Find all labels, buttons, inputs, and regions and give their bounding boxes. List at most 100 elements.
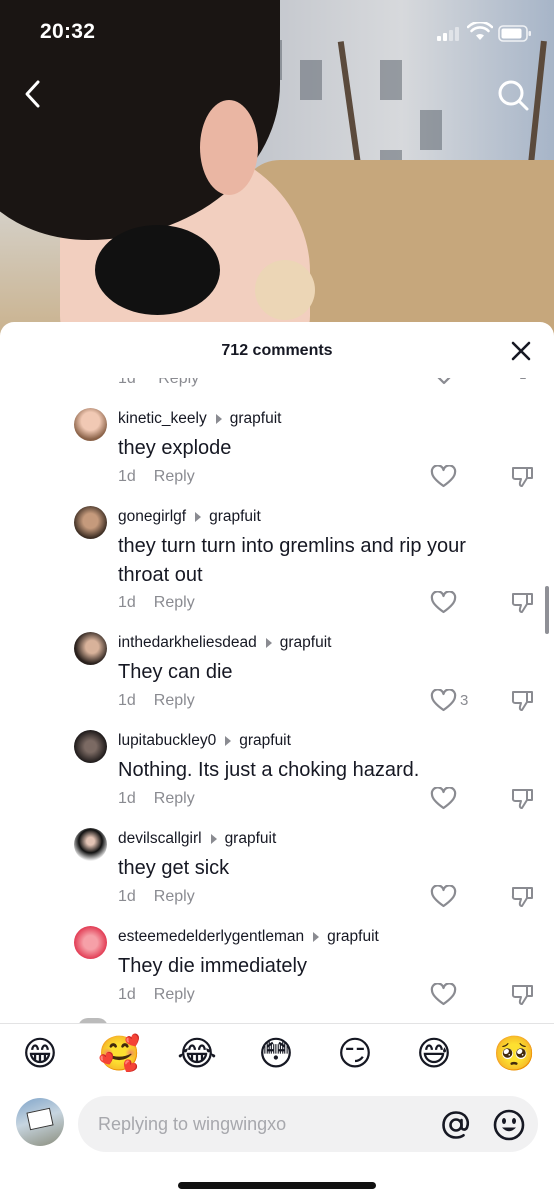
reply-arrow-icon [215,414,222,424]
comment-meta: 1d Reply [118,468,195,486]
reply-button[interactable]: Reply [154,888,195,905]
comment-header: kinetic_keely grapfuit [118,410,281,428]
reply-arrow-icon [265,638,272,648]
avatar-sign [26,1107,54,1131]
comments-header: 712 comments [0,322,554,378]
avatar[interactable] [74,828,107,861]
divider [0,1023,554,1024]
reply-button[interactable]: Reply [154,790,195,807]
emoji-sweat-smile[interactable]: 😅 [414,1034,454,1074]
thumbs-down-icon[interactable] [510,885,535,909]
flower-brooch [255,260,315,320]
at-icon[interactable] [440,1109,472,1141]
comment-item: gonegirlgf grapfuit they turn turn into … [0,506,554,626]
comment-time: 1d [118,594,136,611]
emoji-pleading[interactable]: 🥺 [493,1034,535,1074]
comment-username[interactable]: kinetic_keely [118,410,207,428]
comment-input-row [0,1090,554,1158]
avatar[interactable] [74,926,107,959]
comment-header: gonegirlgf grapfuit [118,508,261,526]
avatar[interactable] [74,408,107,441]
comment-username[interactable]: devilscallgirl [118,830,202,848]
heart-outline-icon[interactable] [431,378,457,386]
heart-outline-icon[interactable] [430,787,457,811]
heart-outline-icon[interactable] [430,689,457,713]
sunglasses [95,225,220,315]
avatar[interactable] [74,730,107,763]
reply-to-username[interactable]: grapfuit [225,830,277,848]
back-button[interactable] [16,76,52,112]
avatar[interactable] [74,506,107,539]
smiley-icon[interactable] [492,1108,526,1142]
comment-time: 1d [118,692,136,709]
emoji-smirk[interactable]: 😏 [335,1034,375,1074]
reply-button[interactable]: Reply [154,986,195,1003]
reply-to-username[interactable]: grapfuit [327,928,379,946]
status-bar: 20:32 [0,0,554,66]
comment-text: Nothing. Its just a choking hazard. [118,759,420,781]
avatar[interactable] [74,632,107,665]
comment-time: 1d [118,888,136,905]
comment-meta: 1d Reply [118,888,195,906]
comment-username[interactable]: lupitabuckley0 [118,732,216,750]
comment-header: devilscallgirl grapfuit [118,830,276,848]
emoji-flushed[interactable]: 😳 [256,1034,296,1074]
comment-text: they get sick [118,857,230,879]
reply-to-username[interactable]: grapfuit [239,732,291,750]
thumbs-down-icon[interactable] [510,689,535,713]
home-indicator [178,1182,376,1189]
thumbs-down-icon[interactable] [511,378,535,384]
emoji-hearts-face[interactable]: 🥰 [98,1034,140,1074]
comment-time: 1d [118,790,136,807]
like-count: 3 [460,692,469,709]
comments-sheet: 712 comments 1d Reply kinetic_keely grap… [0,322,554,1200]
person-ear [200,100,258,195]
reply-arrow-icon [210,834,217,844]
comment-text: they turn turn into gremlins and rip you… [118,535,466,586]
reply-button[interactable]: Reply [158,378,199,387]
scrollbar[interactable] [545,586,549,634]
reply-arrow-icon [225,736,232,746]
quick-emoji-row: 😁 🥰 😂 😳 😏 😅 🥺 [0,1034,554,1086]
search-icon[interactable] [494,76,532,114]
reply-arrow-icon [313,932,320,942]
heart-outline-icon[interactable] [430,591,457,615]
thumbs-down-icon[interactable] [510,787,535,811]
comment-meta: 1d Reply [118,594,195,612]
comment-header: lupitabuckley0 grapfuit [118,732,291,750]
user-avatar[interactable] [16,1098,64,1146]
comment-text: they explode [118,437,232,459]
emoji-grin[interactable]: 😁 [20,1034,60,1074]
comment-item: kinetic_keely grapfuit they explode 1d Re… [0,408,554,498]
thumbs-down-icon[interactable] [510,591,535,615]
comment-item: esteemedelderlygentleman grapfuit They d… [0,926,554,1016]
heart-outline-icon[interactable] [430,465,457,489]
comment-meta: 1d Reply [118,790,195,808]
comment-text: They die immediately [118,955,307,977]
comment-header: esteemedelderlygentleman grapfuit [118,928,379,946]
reply-to-username[interactable]: grapfuit [209,508,261,526]
reply-to-username[interactable]: grapfuit [280,634,332,652]
comment-meta: 1d Reply [118,986,195,1004]
battery-icon [498,25,531,42]
emoji-joy[interactable]: 😂 [177,1034,217,1074]
comment-item: lupitabuckley0 grapfuit Nothing. Its jus… [0,730,554,820]
comment-list[interactable]: 1d Reply kinetic_keely grapfuit they exp… [0,378,554,1023]
comment-username[interactable]: inthedarkheliesdead [118,634,257,652]
comment-time: 1d [118,468,136,485]
reply-button[interactable]: Reply [154,692,195,709]
comment-item: devilscallgirl grapfuit they get sick 1d… [0,828,554,918]
thumbs-down-icon[interactable] [510,465,535,489]
partial-comment-meta: 1d Reply [118,378,538,390]
close-icon[interactable] [508,338,534,364]
comment-username[interactable]: gonegirlgf [118,508,186,526]
wifi-icon [467,22,493,40]
comment-username[interactable]: esteemedelderlygentleman [118,928,304,946]
reply-to-username[interactable]: grapfuit [230,410,282,428]
thumbs-down-icon[interactable] [510,983,535,1007]
comment-text: They can die [118,661,233,683]
heart-outline-icon[interactable] [430,885,457,909]
heart-outline-icon[interactable] [430,983,457,1007]
reply-button[interactable]: Reply [154,468,195,485]
reply-button[interactable]: Reply [154,594,195,611]
